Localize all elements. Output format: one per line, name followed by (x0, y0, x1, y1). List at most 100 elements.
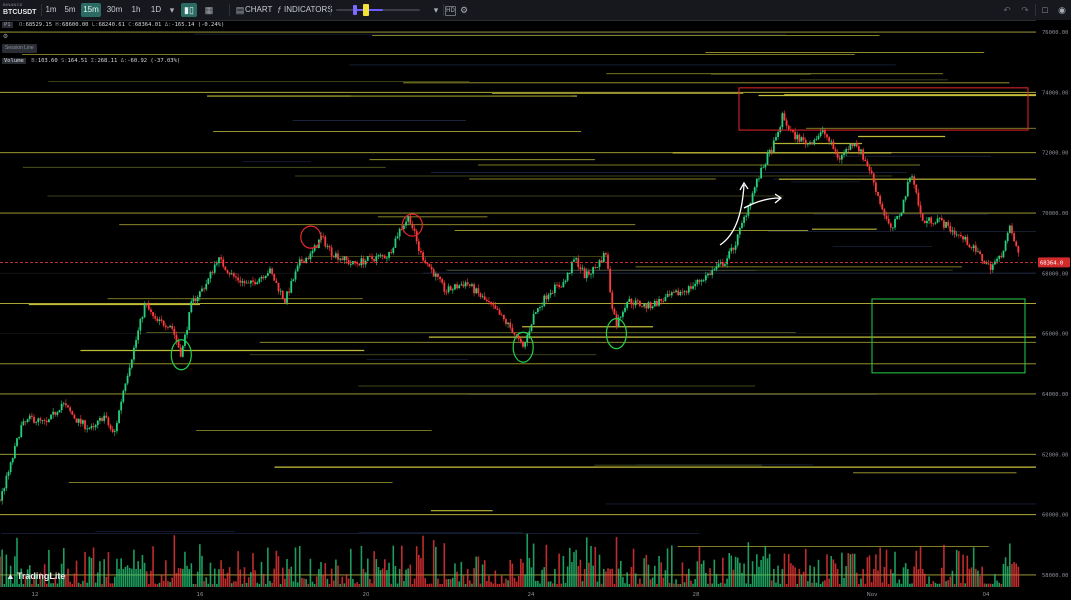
candle (332, 255, 335, 258)
camera-icon[interactable]: ◉ (1055, 3, 1069, 17)
volume-bar (452, 577, 454, 587)
candle (256, 282, 259, 285)
volume-bar (220, 560, 222, 587)
session-line-label[interactable]: Session Line (2, 44, 37, 53)
volume-bar (611, 568, 614, 587)
candle (704, 275, 707, 281)
volume-bar (11, 583, 14, 587)
candle (420, 250, 422, 253)
candle (335, 253, 337, 258)
candle (260, 276, 263, 279)
timeframe-15m-button[interactable]: 15m (81, 3, 101, 17)
chevron-down-icon[interactable]: ▾ (165, 3, 179, 17)
candle (388, 252, 390, 258)
volume-bar (409, 564, 412, 587)
symbol-label: BTCUSDT (3, 9, 37, 16)
chart-button[interactable]: CHART (245, 3, 272, 17)
volume-bar (330, 568, 333, 587)
volume-bar (979, 576, 981, 587)
candle (817, 135, 820, 140)
candle (726, 258, 728, 265)
volume-bar (530, 567, 533, 587)
candle (377, 255, 380, 257)
candle (209, 272, 212, 279)
slider-left-handle[interactable] (353, 5, 357, 15)
candle (50, 414, 52, 420)
volume-bar (554, 568, 556, 587)
candle (52, 411, 55, 415)
gear-icon[interactable]: ⚙ (457, 3, 471, 17)
candle (730, 247, 733, 252)
candle (164, 325, 167, 328)
chevron-down-icon[interactable]: ▾ (429, 3, 443, 17)
price-tick-label: 72000.00 (1042, 151, 1069, 157)
volume-bar (598, 554, 601, 587)
volume-bar (337, 565, 339, 587)
volume-bar (394, 566, 397, 587)
volume-bar (205, 577, 208, 587)
undo-icon[interactable]: ↶ (1000, 3, 1014, 17)
candle (82, 420, 84, 424)
candle (630, 298, 633, 305)
volume-bar (52, 583, 54, 587)
candle (222, 259, 225, 267)
candle (592, 267, 595, 274)
volume-bar (590, 545, 592, 587)
candle (634, 300, 637, 306)
price-chart[interactable]: 76000.00 74000.00 72000.00 70000.00 68000.00… (0, 20, 1071, 600)
timeframe-30m-button[interactable]: 30m (104, 3, 125, 17)
candle (92, 426, 95, 428)
slider-right-handle[interactable] (363, 4, 369, 16)
candle (1008, 225, 1011, 233)
fullscreen-icon[interactable]: □ (1038, 3, 1052, 17)
timeframe-5m-button[interactable]: 5m (61, 3, 79, 17)
volume-bar (858, 583, 860, 587)
volume-bar (84, 551, 86, 587)
volume-bar (534, 580, 537, 587)
volume-bar (556, 584, 558, 587)
candle (141, 317, 144, 320)
candle (694, 283, 697, 287)
volume-bar (815, 582, 818, 587)
volume-bar (851, 553, 854, 587)
volume-bar (207, 583, 210, 587)
candle (339, 258, 342, 260)
volume-bar (411, 583, 414, 587)
timeframe-1d-button[interactable]: 1D (147, 3, 165, 17)
candle (641, 305, 643, 307)
panel-settings-icon[interactable]: ⚙ (2, 34, 9, 41)
volume-bar (475, 556, 478, 587)
volume-bar (919, 546, 922, 587)
candle (794, 131, 797, 140)
candle (181, 345, 184, 357)
layout-icon[interactable]: ▦ (202, 3, 216, 17)
time-tick-label: Nov (867, 592, 878, 598)
heatmap-range-slider[interactable] (336, 9, 420, 11)
candle (713, 269, 716, 271)
timeframe-1m-button[interactable]: 1m (42, 3, 60, 17)
volume-bar (977, 570, 979, 587)
candle (885, 215, 888, 219)
candle (753, 187, 756, 194)
candle (473, 284, 475, 294)
volume-bar (143, 562, 146, 587)
indicators-button[interactable]: INDICATORS (284, 3, 333, 17)
hd-badge-icon[interactable]: HD (445, 6, 456, 16)
candle (3, 488, 6, 492)
volume-bar (787, 554, 790, 587)
redo-icon[interactable]: ↷ (1018, 3, 1032, 17)
candle-type-icon[interactable]: ▮▯ (181, 3, 197, 17)
timeframe-1h-button[interactable]: 1h (127, 3, 145, 17)
symbol-selector[interactable]: BINANCE BTCUSDT (3, 2, 39, 18)
volume-bar (600, 583, 603, 587)
volume-bar (500, 575, 503, 587)
volume-bar (396, 583, 399, 587)
candle (245, 282, 248, 284)
volume-bar (318, 568, 320, 587)
candle (330, 247, 333, 256)
volume-bar (116, 558, 118, 587)
volume-bar (522, 562, 524, 587)
candle (870, 170, 873, 174)
candle (549, 292, 552, 295)
candle (203, 288, 205, 290)
